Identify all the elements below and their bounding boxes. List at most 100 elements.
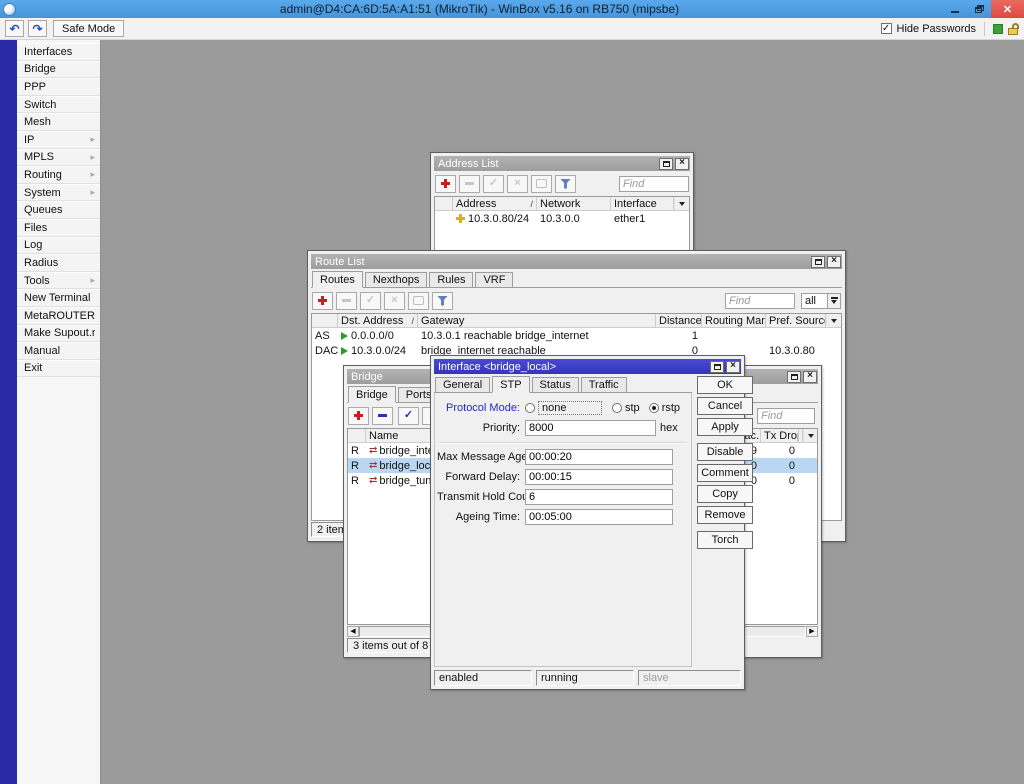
close-button[interactable]: ×: [827, 256, 841, 268]
undo-button[interactable]: ↶: [5, 20, 24, 37]
column-address[interactable]: Address/: [453, 197, 537, 211]
sidebar-item-manual[interactable]: Manual: [17, 342, 100, 360]
disable-button[interactable]: ×: [507, 175, 528, 193]
column-routing-mark[interactable]: Routing Mark: [702, 314, 766, 328]
table-row[interactable]: 10.3.0.80/24 10.3.0.0 ether1: [435, 211, 689, 226]
remove-button[interactable]: [459, 175, 480, 193]
comment-button[interactable]: [408, 292, 429, 310]
tab-status[interactable]: Status: [532, 377, 579, 392]
filter-button[interactable]: [432, 292, 453, 310]
find-input[interactable]: [619, 176, 689, 192]
column-tx-drops[interactable]: Tx Drops: [761, 429, 799, 443]
tab-nexthops[interactable]: Nexthops: [365, 272, 427, 287]
sidebar-item-make-supout[interactable]: Make Supout.rif: [17, 325, 100, 343]
ageing-time-input[interactable]: [525, 509, 673, 525]
column-gutter[interactable]: [348, 429, 366, 443]
address-list-titlebar[interactable]: Address List ×: [434, 156, 690, 171]
sidebar-item-files[interactable]: Files: [17, 219, 100, 237]
comment-button[interactable]: [531, 175, 552, 193]
sidebar-item-mpls[interactable]: MPLS▸: [17, 149, 100, 167]
safe-mode-button[interactable]: Safe Mode: [53, 20, 124, 37]
scroll-right-icon[interactable]: ▶: [806, 626, 818, 637]
remove-button[interactable]: Remove: [697, 506, 753, 524]
cancel-button[interactable]: Cancel: [697, 397, 753, 415]
column-interface[interactable]: Interface: [611, 197, 674, 211]
add-button[interactable]: [312, 292, 333, 310]
copy-button[interactable]: Copy: [697, 485, 753, 503]
redo-button[interactable]: ↷: [28, 20, 47, 37]
column-flags[interactable]: [312, 314, 338, 328]
table-row[interactable]: AS 0.0.0.0/0 10.3.0.1 reachable bridge_i…: [312, 328, 841, 343]
app-titlebar[interactable]: admin@D4:CA:6D:5A:A1:51 (MikroTik) - Win…: [0, 0, 1024, 18]
remove-button[interactable]: [336, 292, 357, 310]
remove-button[interactable]: [372, 407, 393, 425]
close-button[interactable]: ×: [675, 158, 689, 170]
close-button[interactable]: ×: [726, 361, 740, 373]
sidebar-item-ppp[interactable]: PPP: [17, 78, 100, 96]
radio-protocol-stp[interactable]: [612, 403, 622, 413]
column-select-button[interactable]: [826, 314, 841, 328]
find-input[interactable]: [725, 293, 795, 309]
sidebar-item-queues[interactable]: Queues: [17, 201, 100, 219]
sidebar-item-system[interactable]: System▸: [17, 184, 100, 202]
route-list-titlebar[interactable]: Route List ×: [311, 254, 842, 269]
column-gutter[interactable]: [435, 197, 453, 211]
column-pref-source[interactable]: Pref. Source: [766, 314, 826, 328]
filter-button[interactable]: [555, 175, 576, 193]
sidebar-item-bridge[interactable]: Bridge: [17, 61, 100, 79]
comment-button[interactable]: Comment: [697, 464, 753, 482]
find-input[interactable]: [757, 408, 815, 424]
tab-general[interactable]: General: [435, 377, 490, 392]
tab-traffic[interactable]: Traffic: [581, 377, 627, 392]
combo-dropdown-button[interactable]: [827, 293, 841, 309]
sidebar-item-switch[interactable]: Switch: [17, 96, 100, 114]
restore-button[interactable]: [659, 158, 673, 170]
restore-button[interactable]: [811, 256, 825, 268]
sidebar-item-new-terminal[interactable]: New Terminal: [17, 289, 100, 307]
column-distance[interactable]: Distance: [656, 314, 702, 328]
forward-delay-input[interactable]: [525, 469, 673, 485]
disable-button[interactable]: ×: [384, 292, 405, 310]
sidebar-item-log[interactable]: Log: [17, 237, 100, 255]
priority-input[interactable]: [525, 420, 656, 436]
enable-button[interactable]: ✓: [360, 292, 381, 310]
scroll-left-icon[interactable]: ◀: [347, 626, 359, 637]
sidebar-item-tools[interactable]: Tools▸: [17, 272, 100, 290]
column-select-button[interactable]: [803, 429, 817, 443]
tab-rules[interactable]: Rules: [429, 272, 473, 287]
tab-bridge[interactable]: Bridge: [348, 386, 396, 403]
radio-protocol-none[interactable]: [525, 403, 535, 413]
column-network[interactable]: Network: [537, 197, 611, 211]
add-button[interactable]: [435, 175, 456, 193]
sidebar-item-routing[interactable]: Routing▸: [17, 166, 100, 184]
tab-routes[interactable]: Routes: [312, 271, 363, 288]
disable-button[interactable]: Disable: [697, 443, 753, 461]
radio-protocol-rstp[interactable]: [649, 403, 659, 413]
enable-button[interactable]: ✓: [398, 407, 419, 425]
tab-stp[interactable]: STP: [492, 376, 529, 393]
radio-label-none[interactable]: none: [538, 401, 602, 415]
tab-vrf[interactable]: VRF: [475, 272, 513, 287]
sidebar-item-metarouter[interactable]: MetaROUTER: [17, 307, 100, 325]
radio-label-stp[interactable]: stp: [625, 402, 640, 414]
ok-button[interactable]: OK: [697, 376, 753, 394]
sidebar-item-exit[interactable]: Exit: [17, 360, 100, 378]
hide-passwords-checkbox[interactable]: ✓: [881, 23, 892, 34]
column-gateway[interactable]: Gateway: [418, 314, 656, 328]
sidebar-item-mesh[interactable]: Mesh: [17, 113, 100, 131]
interface-dialog-titlebar[interactable]: Interface <bridge_local> ×: [434, 359, 741, 374]
minimize-button[interactable]: [943, 0, 967, 18]
sidebar-item-radius[interactable]: Radius: [17, 254, 100, 272]
restore-button[interactable]: [710, 361, 724, 373]
restore-window-button[interactable]: [967, 0, 991, 18]
column-dst-address[interactable]: Dst. Address/: [338, 314, 418, 328]
torch-button[interactable]: Torch: [697, 531, 753, 549]
close-app-button[interactable]: ✕: [991, 0, 1024, 18]
transmit-hold-count-input[interactable]: [525, 489, 673, 505]
find-scope-combo[interactable]: all: [801, 293, 841, 309]
close-button[interactable]: ×: [803, 371, 817, 383]
radio-label-rstp[interactable]: rstp: [662, 402, 680, 414]
sidebar-item-interfaces[interactable]: Interfaces: [17, 43, 100, 61]
enable-button[interactable]: ✓: [483, 175, 504, 193]
restore-button[interactable]: [787, 371, 801, 383]
